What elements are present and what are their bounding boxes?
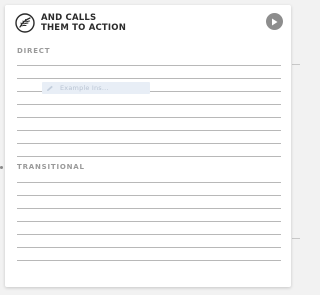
- card-title-line1: AND CALLS: [41, 13, 97, 23]
- side-marker-dot: [0, 166, 3, 169]
- writing-line[interactable]: [17, 65, 281, 66]
- section-label-transitional: TRANSITIONAL: [17, 163, 85, 171]
- section-label-direct: DIRECT: [17, 47, 51, 55]
- writing-line[interactable]: [17, 156, 281, 157]
- play-icon: [272, 18, 278, 25]
- right-edge-mark: [292, 238, 300, 239]
- writing-line[interactable]: [17, 143, 281, 144]
- writing-line[interactable]: [17, 260, 281, 261]
- writing-line[interactable]: [17, 195, 281, 196]
- play-button[interactable]: [266, 13, 283, 30]
- writing-line[interactable]: [17, 247, 281, 248]
- writing-line[interactable]: [17, 182, 281, 183]
- writing-line[interactable]: [17, 221, 281, 222]
- feather-circle-icon: [15, 13, 35, 33]
- right-edge-mark: [292, 64, 300, 65]
- writing-line[interactable]: [17, 78, 281, 79]
- writing-line[interactable]: [17, 208, 281, 209]
- prompt-card: AND CALLS THEM TO ACTION DIRECT Example …: [5, 5, 291, 287]
- card-title: AND CALLS THEM TO ACTION: [41, 13, 126, 33]
- writing-line[interactable]: [17, 130, 281, 131]
- writing-line[interactable]: [17, 117, 281, 118]
- example-chip[interactable]: Example Ins...: [42, 82, 150, 94]
- pencil-icon: [47, 85, 53, 91]
- card-header: AND CALLS THEM TO ACTION: [15, 13, 126, 33]
- card-title-line2: THEM TO ACTION: [41, 23, 127, 33]
- writing-line[interactable]: [17, 234, 281, 235]
- writing-line[interactable]: [17, 104, 281, 105]
- example-chip-text: Example Ins...: [60, 84, 109, 92]
